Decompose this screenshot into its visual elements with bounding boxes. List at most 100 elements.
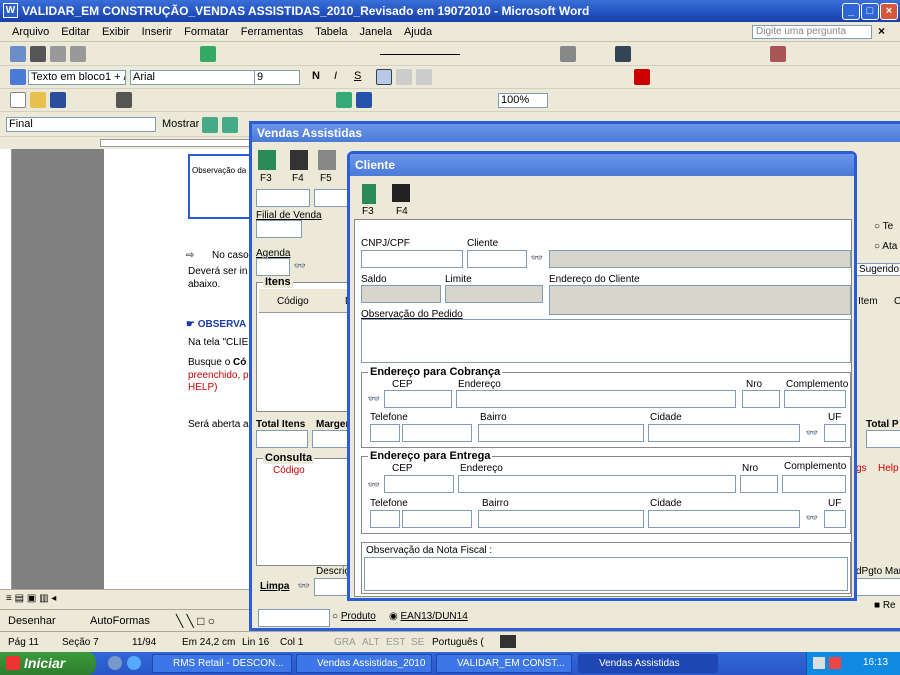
- toolbar-icon[interactable]: [70, 46, 86, 62]
- ata-radio[interactable]: ○ Ata: [874, 241, 897, 252]
- produto-radio[interactable]: ○ Produto: [332, 611, 376, 622]
- view-mode-icons[interactable]: ≡ ▤ ▣ ▥ ◂: [6, 593, 56, 604]
- print-icon[interactable]: [116, 92, 132, 108]
- menu-ajuda[interactable]: Ajuda: [398, 22, 438, 42]
- ean-radio[interactable]: ◉ EAN13/DUN14: [389, 611, 468, 622]
- minimize-icon[interactable]: _: [842, 3, 860, 20]
- save-icon[interactable]: [392, 184, 410, 202]
- line-style-icon[interactable]: [380, 54, 460, 55]
- bold-icon[interactable]: N: [312, 70, 320, 82]
- tray-icon[interactable]: [813, 657, 825, 669]
- toolbar-icon[interactable]: [336, 92, 352, 108]
- toolbar-icon[interactable]: [10, 46, 26, 62]
- binoculars-icon[interactable]: 👓: [804, 427, 820, 441]
- align-center-icon[interactable]: [396, 69, 412, 85]
- task-vendas-assistidas[interactable]: Vendas Assistidas: [578, 654, 718, 673]
- help-question-input[interactable]: Digite uma pergunta: [752, 25, 872, 39]
- entrega-cep-field[interactable]: [384, 475, 454, 493]
- new-doc-icon[interactable]: [10, 92, 26, 108]
- autoforms-menu[interactable]: AutoFormas: [90, 615, 150, 627]
- cobranca-nro-field[interactable]: [742, 390, 780, 408]
- limpa-button[interactable]: Limpa: [260, 581, 289, 592]
- entrega-bairro-field[interactable]: [478, 510, 644, 528]
- view-mode-box[interactable]: Final: [6, 117, 156, 132]
- vendas-field[interactable]: [314, 189, 350, 207]
- help-label[interactable]: Help: [878, 463, 899, 474]
- entrega-telefone-field[interactable]: [402, 510, 472, 528]
- exit-icon[interactable]: [258, 150, 276, 170]
- cobranca-endereco-field[interactable]: [456, 390, 736, 408]
- styles-icon[interactable]: [10, 69, 26, 85]
- binoculars-icon[interactable]: 👓: [292, 260, 308, 274]
- ie-icon[interactable]: [108, 656, 122, 670]
- pgto-field[interactable]: [856, 578, 900, 596]
- toolbar-icon[interactable]: [560, 46, 576, 62]
- align-right-icon[interactable]: [416, 69, 432, 85]
- binoculars-icon[interactable]: 👓: [296, 580, 312, 594]
- obs-nf-field[interactable]: [364, 557, 848, 591]
- total-itens-field[interactable]: [256, 430, 308, 448]
- exit-icon[interactable]: [362, 184, 376, 204]
- menu-editar[interactable]: Editar: [55, 22, 96, 42]
- align-left-icon[interactable]: [376, 69, 392, 85]
- tray-icon[interactable]: [829, 657, 841, 669]
- menu-tabela[interactable]: Tabela: [309, 22, 353, 42]
- margem-field[interactable]: [312, 430, 352, 448]
- toolbar-icon[interactable]: [615, 46, 631, 62]
- task-vendas-folder[interactable]: Vendas Assistidas_2010: [296, 654, 432, 673]
- entrega-complemento-field[interactable]: [782, 475, 846, 493]
- product-search-field[interactable]: [258, 609, 330, 627]
- te-radio[interactable]: ○ Te: [874, 221, 893, 232]
- binoculars-icon[interactable]: 👓: [366, 479, 382, 493]
- sugerido-field[interactable]: Sugerido: [856, 263, 900, 276]
- zoom-box[interactable]: 100%: [498, 93, 548, 108]
- draw-menu[interactable]: Desenhar: [8, 615, 56, 627]
- menu-inserir[interactable]: Inserir: [136, 22, 179, 42]
- font-size-box[interactable]: 9: [254, 70, 300, 85]
- underline-icon[interactable]: S: [354, 70, 361, 82]
- start-button[interactable]: Iniciar: [0, 652, 96, 675]
- cnpj-field[interactable]: [361, 250, 463, 268]
- menu-exibir[interactable]: Exibir: [96, 22, 136, 42]
- filial-field[interactable]: [256, 220, 302, 238]
- entrega-endereco-field[interactable]: [458, 475, 736, 493]
- spellcheck-icon[interactable]: [500, 635, 516, 648]
- re-checkbox[interactable]: ■ Re: [874, 600, 896, 611]
- italic-icon[interactable]: I: [334, 70, 337, 82]
- entrega-cidade-field[interactable]: [648, 510, 800, 528]
- menu-formatar[interactable]: Formatar: [178, 22, 235, 42]
- word-app-icon[interactable]: W: [3, 3, 18, 18]
- prev-change-icon[interactable]: [202, 117, 218, 133]
- task-word-doc[interactable]: VALIDAR_EM CONST...: [436, 654, 572, 673]
- table-icon[interactable]: [356, 92, 372, 108]
- entrega-nro-field[interactable]: [740, 475, 778, 493]
- entrega-uf-field[interactable]: [824, 510, 846, 528]
- style-box[interactable]: Texto em bloco1 + /: [28, 70, 126, 85]
- binoculars-icon[interactable]: 👓: [804, 512, 820, 526]
- binoculars-icon[interactable]: 👓: [366, 393, 382, 407]
- font-color-icon[interactable]: [634, 69, 650, 85]
- agenda-field[interactable]: [256, 258, 290, 276]
- open-icon[interactable]: [30, 92, 46, 108]
- save-icon[interactable]: [50, 92, 66, 108]
- next-change-icon[interactable]: [222, 117, 238, 133]
- close-doc-icon[interactable]: ×: [878, 24, 885, 38]
- cobranca-bairro-field[interactable]: [478, 424, 644, 442]
- maximize-icon[interactable]: □: [861, 3, 879, 20]
- toolbar-icon[interactable]: [200, 46, 216, 62]
- shape-tools-icon[interactable]: ╲ ╲ □ ○: [176, 614, 215, 628]
- cobranca-cidade-field[interactable]: [648, 424, 800, 442]
- cobranca-ddd-field[interactable]: [370, 424, 400, 442]
- toolbar-icon[interactable]: [30, 46, 46, 62]
- cobranca-complemento-field[interactable]: [784, 390, 846, 408]
- save-icon[interactable]: [290, 150, 308, 170]
- cobranca-telefone-field[interactable]: [402, 424, 472, 442]
- cobranca-cep-field[interactable]: [384, 390, 452, 408]
- toolbar-icon[interactable]: [770, 46, 786, 62]
- total-p-field[interactable]: [866, 430, 900, 448]
- show-button[interactable]: Mostrar: [162, 118, 199, 130]
- quicklaunch-icon[interactable]: [127, 656, 141, 670]
- close-icon[interactable]: ×: [880, 3, 898, 20]
- menu-janela[interactable]: Janela: [354, 22, 398, 42]
- menu-ferramentas[interactable]: Ferramentas: [235, 22, 309, 42]
